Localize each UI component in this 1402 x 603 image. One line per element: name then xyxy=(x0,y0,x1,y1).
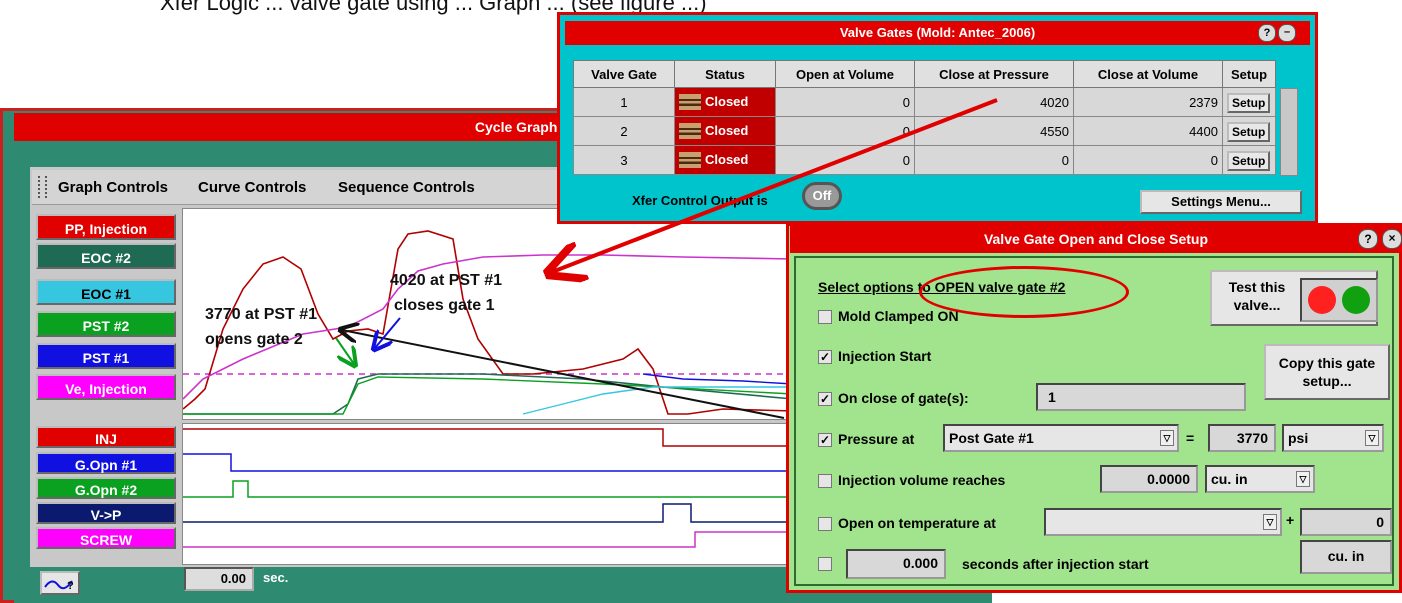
black-arrow-icon xyxy=(342,330,785,419)
blue-arrow-icon xyxy=(375,317,401,348)
red-arrow-icon xyxy=(552,98,998,272)
annotation-arrows-overlay xyxy=(335,98,998,419)
green-arrow-icon xyxy=(335,337,354,364)
